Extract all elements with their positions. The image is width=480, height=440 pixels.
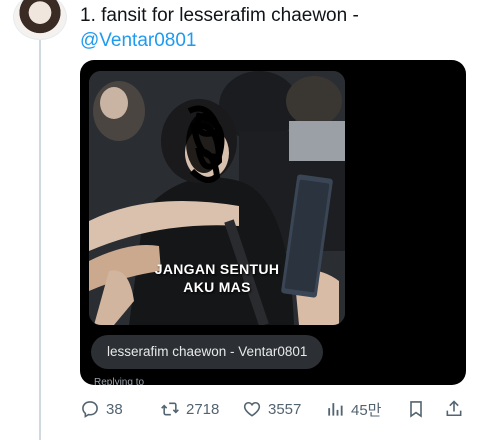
views-count: 45만 <box>351 401 382 419</box>
media-container[interactable]: JANGAN SENTUH AKU MAS lesserafim chaewon… <box>80 60 466 385</box>
retweet-button[interactable]: 2718 <box>160 395 219 423</box>
replying-to-label: Replying to <box>94 377 145 385</box>
views-button[interactable]: 45만 <box>325 395 382 423</box>
video-caption-line2: AKU MAS <box>183 279 251 295</box>
avatar[interactable] <box>13 0 67 40</box>
video-thumbnail[interactable]: JANGAN SENTUH AKU MAS <box>89 71 345 325</box>
tweet-actions-bar: 38 2718 3557 45만 <box>80 395 472 423</box>
bookmark-button[interactable] <box>406 395 432 423</box>
video-caption-line1: JANGAN SENTUH <box>154 261 280 277</box>
bookmark-icon <box>410 401 422 418</box>
mention-link[interactable]: @Ventar0801 <box>80 29 197 53</box>
tweet-text: 1. fansit for lesserafim chaewon - <box>80 5 359 26</box>
share-button[interactable] <box>444 395 470 423</box>
like-count: 3557 <box>268 400 302 418</box>
views-icon <box>328 403 343 416</box>
reply-count: 38 <box>106 400 123 418</box>
heart-icon <box>243 401 261 417</box>
reply-icon <box>82 401 98 418</box>
retweet-icon <box>161 402 179 416</box>
retweet-count: 2718 <box>186 400 220 418</box>
like-button[interactable]: 3557 <box>242 395 301 423</box>
thread-connector-line <box>39 40 41 440</box>
share-icon <box>446 400 462 417</box>
reply-button[interactable]: 38 <box>80 395 123 423</box>
media-label-pill[interactable]: lesserafim chaewon - Ventar0801 <box>91 335 324 369</box>
